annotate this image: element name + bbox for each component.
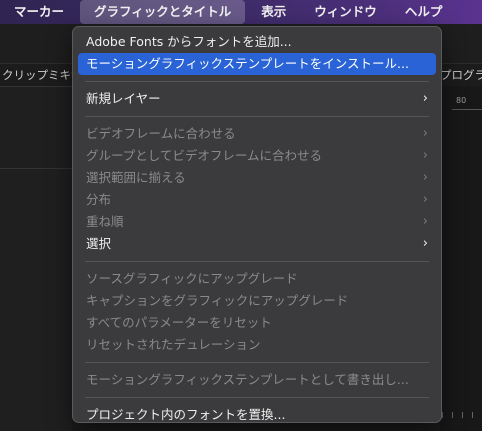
menu-graphics-and-titles[interactable]: グラフィックとタイトル [80, 0, 246, 24]
menu-item-label: Adobe Fonts からフォントを追加... [86, 34, 292, 49]
chevron-right-icon: › [422, 91, 428, 106]
menu-item-label: 新規レイヤー [86, 91, 161, 106]
add-fonts-from-adobe-item[interactable]: Adobe Fonts からフォントを追加... [78, 31, 436, 53]
menu-item-label: モーショングラフィックステンプレートをインストール... [86, 56, 409, 71]
left-panel [0, 86, 72, 431]
reset-all-parameters-item: すべてのパラメーターをリセット [78, 312, 436, 334]
panel-tab-program[interactable]: プログラム [440, 64, 482, 86]
menu-item-label: プロジェクト内のフォントを置換... [86, 407, 286, 422]
menu-window[interactable]: ウィンドウ [300, 0, 391, 24]
install-motion-graphics-template-item[interactable]: モーショングラフィックステンプレートをインストール... [78, 53, 436, 75]
menu-item-label: リセットされたデュレーション [86, 337, 261, 352]
menu-item-label: モーショングラフィックステンプレートとして書き出し... [86, 372, 409, 387]
distribute-item: 分布 › [78, 189, 436, 211]
menu-item-label: キャプションをグラフィックにアップグレード [86, 293, 349, 308]
menu-item-label: ビデオフレームに合わせる [86, 126, 236, 141]
new-layer-item[interactable]: 新規レイヤー › [78, 88, 436, 110]
graphics-and-titles-dropdown: Adobe Fonts からフォントを追加... モーショングラフィックステンプレ… [72, 26, 442, 423]
panel-divider [0, 168, 72, 169]
menu-separator [85, 116, 429, 117]
menu-item-label: 選択 [86, 236, 112, 251]
program-monitor [440, 86, 482, 431]
menu-separator [85, 81, 429, 82]
menu-separator [85, 362, 429, 363]
menu-item-label: 分布 [86, 192, 112, 207]
upgrade-caption-to-graphic-item: キャプションをグラフィックにアップグレード [78, 290, 436, 312]
ruler-label: 80 [456, 96, 467, 105]
upgrade-to-source-graphic-item: ソースグラフィックにアップグレード [78, 268, 436, 290]
chevron-right-icon: › [422, 214, 428, 229]
align-to-selection-item: 選択範囲に揃える › [78, 167, 436, 189]
menu-bar: マーカー グラフィックとタイトル 表示 ウィンドウ ヘルプ [0, 0, 482, 24]
menu-item-label: 選択範囲に揃える [86, 170, 186, 185]
fit-to-video-frame-item: ビデオフレームに合わせる › [78, 123, 436, 145]
menu-marker[interactable]: マーカー [0, 0, 78, 24]
reset-duration-item: リセットされたデュレーション [78, 334, 436, 356]
arrange-item: 重ね順 › [78, 211, 436, 233]
menu-view[interactable]: 表示 [247, 0, 300, 24]
chevron-right-icon: › [422, 192, 428, 207]
chevron-right-icon: › [422, 170, 428, 185]
chevron-right-icon: › [422, 236, 428, 251]
menu-help[interactable]: ヘルプ [391, 0, 457, 24]
fit-group-to-video-frame-item: グループとしてビデオフレームに合わせる › [78, 145, 436, 167]
chevron-right-icon: › [422, 148, 428, 163]
menu-item-label: 重ね順 [86, 214, 124, 229]
chevron-right-icon: › [422, 126, 428, 141]
export-as-motion-graphics-template-item: モーショングラフィックステンプレートとして書き出し... [78, 369, 436, 391]
menu-item-label: ソースグラフィックにアップグレード [86, 271, 298, 286]
replace-fonts-in-project-item[interactable]: プロジェクト内のフォントを置換... [78, 404, 436, 426]
select-item[interactable]: 選択 › [78, 233, 436, 255]
menu-item-label: すべてのパラメーターをリセット [86, 315, 272, 330]
menu-item-label: グループとしてビデオフレームに合わせる [86, 148, 323, 163]
menu-separator [85, 397, 429, 398]
panel-tab-clip-mixer[interactable]: クリップミキサ [0, 64, 80, 86]
menu-separator [85, 261, 429, 262]
timeline-ruler: 80 [452, 96, 482, 110]
